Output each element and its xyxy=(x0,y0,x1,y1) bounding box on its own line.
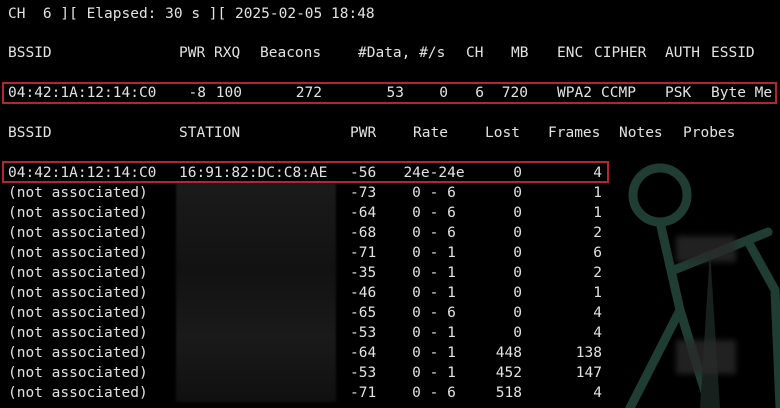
ap-bssid: 04:42:1A:12:14:C0 xyxy=(8,85,157,101)
station-rate: 0 - 6 xyxy=(412,385,456,401)
station-station: 16:91:82:DC:C8:AE xyxy=(179,165,328,181)
col-mb: MB xyxy=(511,45,529,61)
station-frames: 2 xyxy=(593,265,602,281)
station-rate: 0 - 6 xyxy=(412,205,456,221)
station-frames: 138 xyxy=(575,345,602,361)
col-bssid: BSSID xyxy=(8,45,52,61)
redacted-probe xyxy=(676,340,736,374)
station-pwr: -65 xyxy=(350,305,377,321)
station-bssid: (not associated) xyxy=(8,225,148,241)
station-rate: 0 - 1 xyxy=(412,285,456,301)
station-rate: 0 - 1 xyxy=(412,365,456,381)
station-pwr: -73 xyxy=(350,185,377,201)
station-pwr: -64 xyxy=(350,345,377,361)
station-lost: 0 xyxy=(513,245,522,261)
ap-pwr: -8 xyxy=(188,85,206,101)
station-lost: 452 xyxy=(495,365,522,381)
station-rate: 0 - 6 xyxy=(412,305,456,321)
station-frames: 6 xyxy=(593,245,602,261)
station-pwr: -46 xyxy=(350,285,377,301)
station-bssid: (not associated) xyxy=(8,205,148,221)
station-rate: 0 - 6 xyxy=(412,225,456,241)
ap-beacons: 272 xyxy=(295,85,322,101)
station-frames: 4 xyxy=(593,305,602,321)
station-frames: 1 xyxy=(593,185,602,201)
station-rate: 0 - 6 xyxy=(412,185,456,201)
col-sta-bssid: BSSID xyxy=(8,125,52,141)
station-lost: 0 xyxy=(513,205,522,221)
col-lost: Lost xyxy=(485,125,520,141)
station-lost: 0 xyxy=(513,325,522,341)
station-lost: 448 xyxy=(495,345,522,361)
station-rate: 0 - 1 xyxy=(412,325,456,341)
col-probes: Probes xyxy=(683,125,736,141)
station-frames: 4 xyxy=(593,325,602,341)
status-line: CH 6 ][ Elapsed: 30 s ][ 2025-02-05 18:4… xyxy=(8,6,375,22)
station-bssid: (not associated) xyxy=(8,185,148,201)
col-notes: Notes xyxy=(619,125,663,141)
station-frames: 1 xyxy=(593,205,602,221)
station-bssid: (not associated) xyxy=(8,365,148,381)
ap-enc: WPA2 xyxy=(557,85,592,101)
ap-essid: Byte Me xyxy=(711,85,773,101)
station-frames: 1 xyxy=(593,285,602,301)
col-cipher: CIPHER xyxy=(594,45,647,61)
ap-data: 53 xyxy=(386,85,404,101)
ap-mb: 720 xyxy=(501,85,528,101)
station-rate: 24e-24e xyxy=(403,165,465,181)
col-beacons: Beacons xyxy=(260,45,322,61)
station-bssid: (not associated) xyxy=(8,385,148,401)
station-lost: 518 xyxy=(495,385,522,401)
station-bssid: (not associated) xyxy=(8,305,148,321)
station-frames: 4 xyxy=(593,165,602,181)
col-essid: ESSID xyxy=(711,45,755,61)
station-pwr: -53 xyxy=(350,365,377,381)
col-enc: ENC xyxy=(557,45,584,61)
col-rxq: RXQ xyxy=(214,45,241,61)
station-lost: 0 xyxy=(513,305,522,321)
station-pwr: -68 xyxy=(350,225,377,241)
station-bssid: (not associated) xyxy=(8,345,148,361)
station-lost: 0 xyxy=(513,285,522,301)
station-bssid: (not associated) xyxy=(8,245,148,261)
col-frames: Frames xyxy=(548,125,601,141)
ap-ch: 6 xyxy=(475,85,484,101)
station-rate: 0 - 1 xyxy=(412,265,456,281)
station-pwr: -53 xyxy=(350,325,377,341)
redacted-probe xyxy=(676,236,736,262)
station-rate: 0 - 1 xyxy=(412,345,456,361)
col-auth: AUTH xyxy=(665,45,700,61)
station-bssid: (not associated) xyxy=(8,265,148,281)
station-pwr: -71 xyxy=(350,385,377,401)
station-lost: 0 xyxy=(513,165,522,181)
station-lost: 0 xyxy=(513,225,522,241)
station-rate: 0 - 1 xyxy=(412,245,456,261)
ap-rxq: 100 xyxy=(215,85,242,101)
station-frames: 147 xyxy=(575,365,602,381)
station-pwr: -35 xyxy=(350,265,377,281)
redacted-stations xyxy=(176,182,336,402)
col-data: #Data, #/s xyxy=(358,45,446,61)
station-bssid: 04:42:1A:12:14:C0 xyxy=(8,165,157,181)
station-pwr: -64 xyxy=(350,205,377,221)
station-bssid: (not associated) xyxy=(8,285,148,301)
col-sta-pwr: PWR xyxy=(350,125,377,141)
station-pwr: -71 xyxy=(350,245,377,261)
station-frames: 2 xyxy=(593,225,602,241)
station-lost: 0 xyxy=(513,265,522,281)
col-pwr: PWR xyxy=(179,45,206,61)
col-ch: CH xyxy=(466,45,484,61)
station-pwr: -56 xyxy=(350,165,377,181)
col-station: STATION xyxy=(179,125,241,141)
col-rate: Rate xyxy=(413,125,448,141)
ap-auth: PSK xyxy=(665,85,692,101)
ap-rate: 0 xyxy=(439,85,448,101)
station-bssid: (not associated) xyxy=(8,325,148,341)
ap-cipher: CCMP xyxy=(601,85,636,101)
station-lost: 0 xyxy=(513,185,522,201)
station-frames: 4 xyxy=(593,385,602,401)
